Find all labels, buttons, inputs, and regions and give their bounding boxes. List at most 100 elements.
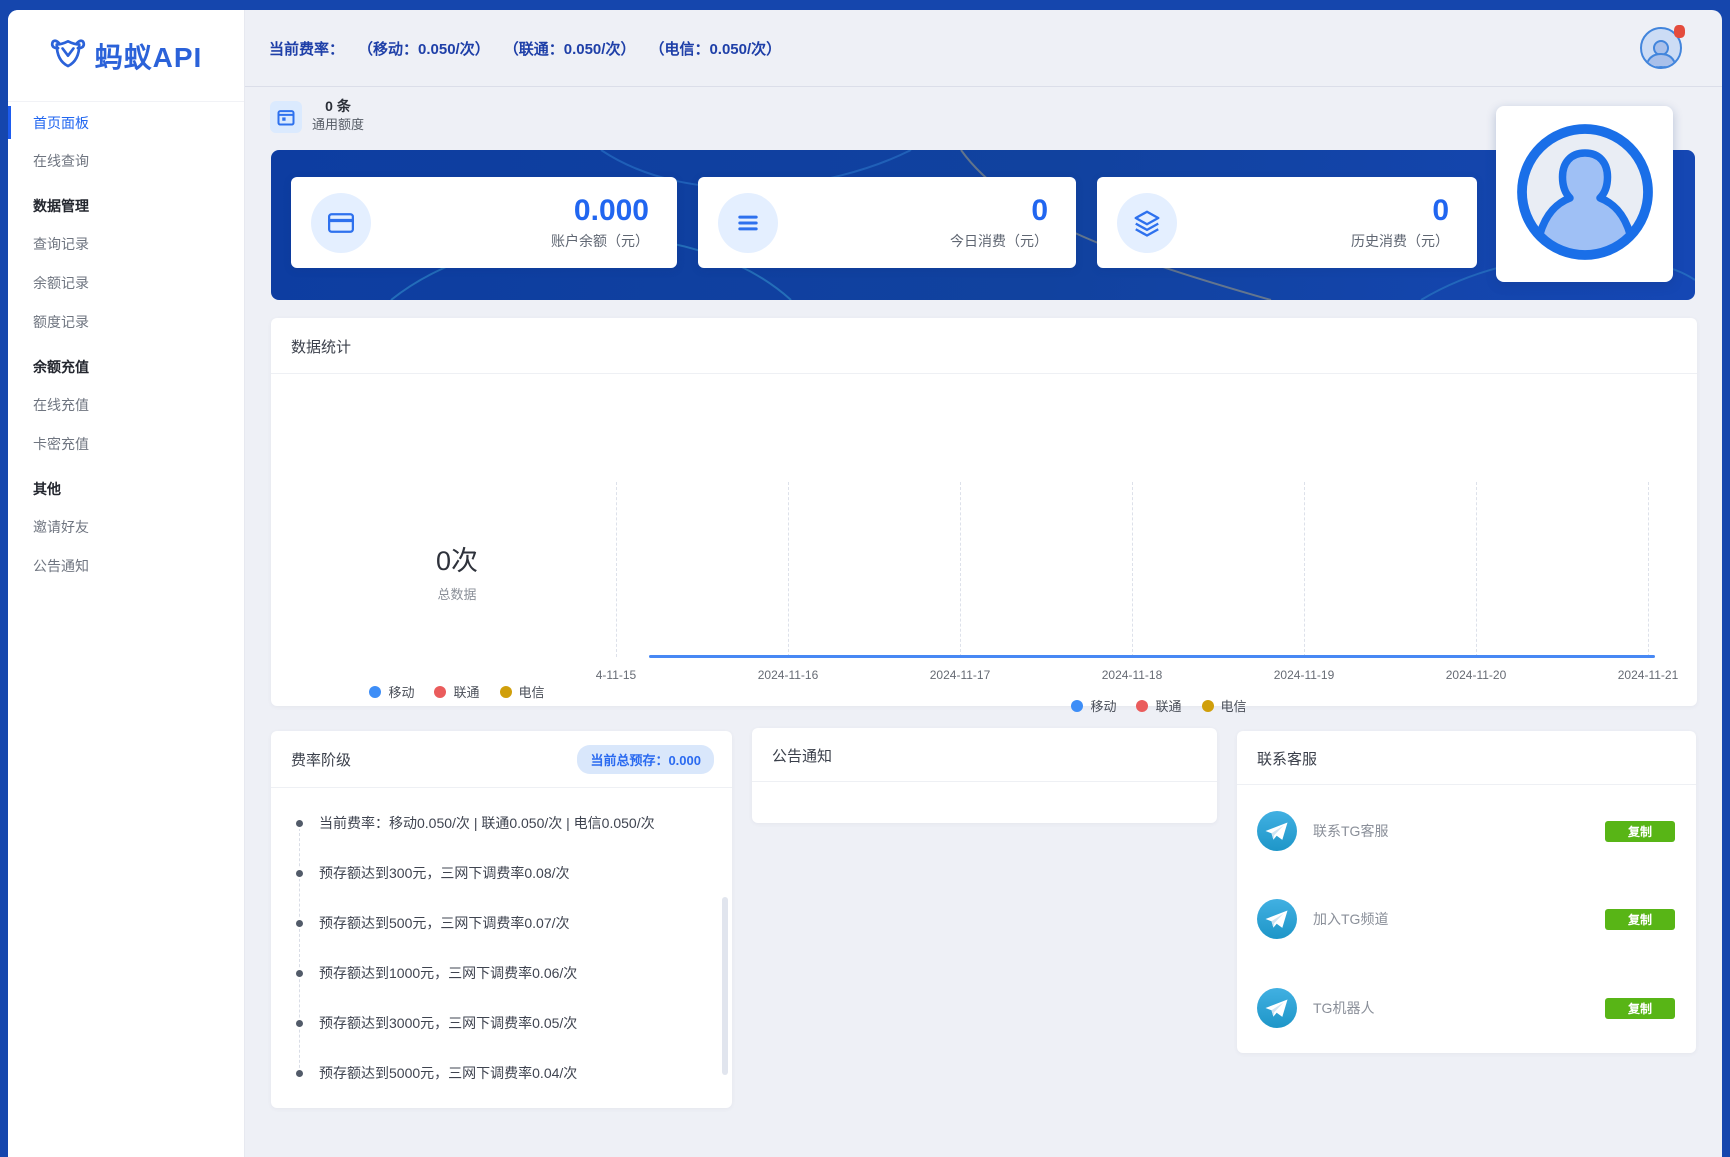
notification-dot (1674, 25, 1685, 38)
support-label: TG机器人 (1313, 998, 1374, 1018)
rate-mobile: （移动：0.050/次） (358, 38, 490, 59)
sidebar-item-quota-records[interactable]: 额度记录 (8, 302, 244, 341)
gridline (960, 482, 961, 657)
rate-tiers-panel: 费率阶级 当前总预存：0.000 当前费率：移动0.050/次 | 联通0.05… (271, 731, 732, 1108)
copy-tg-channel-button[interactable]: 复制 (1605, 909, 1675, 930)
legend-item-unicom[interactable]: 联通 (434, 682, 479, 701)
balance-label: 账户余额（元） (551, 231, 649, 251)
legend-label: 电信 (519, 682, 545, 701)
user-avatar[interactable] (1640, 27, 1682, 69)
x-axis-label: 2024-11-19 (1259, 668, 1349, 682)
timeline-dot-icon (294, 968, 305, 979)
legend-label: 联通 (1155, 696, 1181, 715)
line-chart-legend: 移动 联通 电信 (959, 696, 1359, 715)
chart-area: 0次 总数据 移动 联通 电信 (271, 374, 1697, 708)
topbar: 当前费率： （移动：0.050/次） （联通：0.050/次） （电信：0.05… (245, 10, 1722, 87)
rate-tier-text: 预存额达到500元，三网下调费率0.07/次 (319, 913, 570, 933)
general-quota: 0 条 通用额度 (306, 97, 370, 133)
rate-tier-item: 当前费率：移动0.050/次 | 联通0.050/次 | 电信0.050/次 (271, 798, 718, 848)
divider (752, 781, 1217, 782)
announcement-title: 公告通知 (752, 728, 1217, 781)
total-prepaid-badge: 当前总预存：0.000 (577, 745, 714, 774)
legend-label: 移动 (388, 682, 414, 701)
list-icon (718, 193, 778, 253)
copy-tg-bot-button[interactable]: 复制 (1605, 998, 1675, 1019)
legend-item-mobile[interactable]: 移动 (369, 682, 414, 701)
today-consumption-label: 今日消费（元） (950, 231, 1048, 251)
sidebar-item-card-recharge[interactable]: 卡密充值 (8, 424, 244, 463)
history-consumption-value: 0 (1351, 195, 1449, 227)
credit-card-icon (311, 193, 371, 253)
copy-tg-service-button[interactable]: 复制 (1605, 821, 1675, 842)
rate-unicom: （联通：0.050/次） (504, 38, 636, 59)
telecom-dot-icon (500, 686, 512, 698)
telecom-dot-icon (1202, 700, 1214, 712)
sidebar-item-invite-friends[interactable]: 邀请好友 (8, 507, 244, 546)
unicom-dot-icon (1136, 700, 1148, 712)
donut-legend: 移动 联通 电信 (271, 682, 643, 701)
x-axis-label: 2024-11-18 (1087, 668, 1177, 682)
sidebar-section-recharge: 余额充值 (8, 341, 244, 385)
logo: 蚂蚁API (8, 10, 244, 102)
support-row-tg-service: 联系TG客服 复制 (1237, 787, 1696, 875)
legend-item-unicom[interactable]: 联通 (1136, 696, 1181, 715)
sidebar-item-query-records[interactable]: 查询记录 (8, 224, 244, 263)
gridline (788, 482, 789, 657)
history-consumption-card: 0 历史消费（元） (1097, 177, 1477, 268)
contact-support-panel: 联系客服 联系TG客服 复制 (1237, 731, 1696, 1053)
sidebar-item-dashboard[interactable]: 首页面板 (8, 104, 244, 141)
current-rates: 当前费率： （移动：0.050/次） （联通：0.050/次） （电信：0.05… (269, 38, 781, 59)
support-row-tg-channel: 加入TG频道 复制 (1237, 875, 1696, 963)
legend-item-telecom[interactable]: 电信 (1202, 696, 1247, 715)
sidebar-section-data-management: 数据管理 (8, 180, 244, 224)
sidebar-item-balance-records[interactable]: 余额记录 (8, 263, 244, 302)
timeline-dot-icon (294, 1068, 305, 1079)
today-consumption-value: 0 (950, 195, 1048, 227)
ant-shield-logo-icon (50, 35, 86, 76)
sidebar-item-online-recharge[interactable]: 在线充值 (8, 385, 244, 424)
profile-person-icon (1510, 117, 1660, 272)
x-axis-label: 2024-11-16 (743, 668, 833, 682)
sidebar-item-announcements[interactable]: 公告通知 (8, 546, 244, 585)
gridline (616, 482, 617, 657)
rate-tier-list: 当前费率：移动0.050/次 | 联通0.050/次 | 电信0.050/次 预… (271, 788, 732, 1088)
rate-tier-item: 预存额达到3000元，三网下调费率0.05/次 (271, 998, 718, 1048)
balance-card: 0.000 账户余额（元） (291, 177, 677, 268)
sidebar: 蚂蚁API 首页面板 在线查询 数据管理 查询记录 余额记录 额度记录 余额充值… (8, 10, 245, 1157)
x-axis-label: 2024-11-20 (1431, 668, 1521, 682)
timeline-dot-icon (294, 1018, 305, 1029)
gridline (1132, 482, 1133, 657)
legend-item-telecom[interactable]: 电信 (500, 682, 545, 701)
telegram-icon (1257, 899, 1297, 939)
timeline-dot-icon (294, 918, 305, 929)
data-statistics-card: 数据统计 0次 总数据 移动 联通 电信 (271, 318, 1697, 706)
support-label: 联系TG客服 (1313, 821, 1388, 841)
x-axis-label: 2024-11-17 (915, 668, 1005, 682)
scrollbar-thumb[interactable] (722, 897, 728, 1075)
rate-tier-item: 预存额达到5000元，三网下调费率0.04/次 (271, 1048, 718, 1088)
rate-tier-text: 当前费率：移动0.050/次 | 联通0.050/次 | 电信0.050/次 (319, 813, 655, 833)
profile-card (1496, 106, 1673, 282)
x-axis-label: 2024-11-21 (1603, 668, 1693, 682)
rate-tier-item: 预存额达到1000元，三网下调费率0.06/次 (271, 948, 718, 998)
chart-title: 数据统计 (271, 318, 1697, 373)
sidebar-item-online-query[interactable]: 在线查询 (8, 141, 244, 180)
app-frame: 蚂蚁API 首页面板 在线查询 数据管理 查询记录 余额记录 额度记录 余额充值… (8, 10, 1722, 1157)
gridline (1304, 482, 1305, 657)
app-title: 蚂蚁API (95, 36, 203, 76)
mobile-dot-icon (369, 686, 381, 698)
rate-tier-text: 预存额达到3000元，三网下调费率0.05/次 (319, 1013, 577, 1033)
telegram-icon (1257, 811, 1297, 851)
gridline (1648, 482, 1649, 657)
legend-label: 电信 (1221, 696, 1247, 715)
x-axis-label: 4-11-15 (571, 668, 661, 682)
layers-icon (1117, 193, 1177, 253)
sidebar-menu: 首页面板 在线查询 数据管理 查询记录 余额记录 额度记录 余额充值 在线充值 … (8, 102, 244, 585)
legend-item-mobile[interactable]: 移动 (1071, 696, 1116, 715)
today-consumption-card: 0 今日消费（元） (698, 177, 1076, 268)
rate-panel-title: 费率阶级 (291, 749, 351, 770)
total-count: 0次 (357, 546, 557, 576)
mobile-dot-icon (1071, 700, 1083, 712)
rate-telecom: （电信：0.050/次） (649, 38, 781, 59)
donut-center-label: 0次 总数据 (357, 546, 557, 603)
